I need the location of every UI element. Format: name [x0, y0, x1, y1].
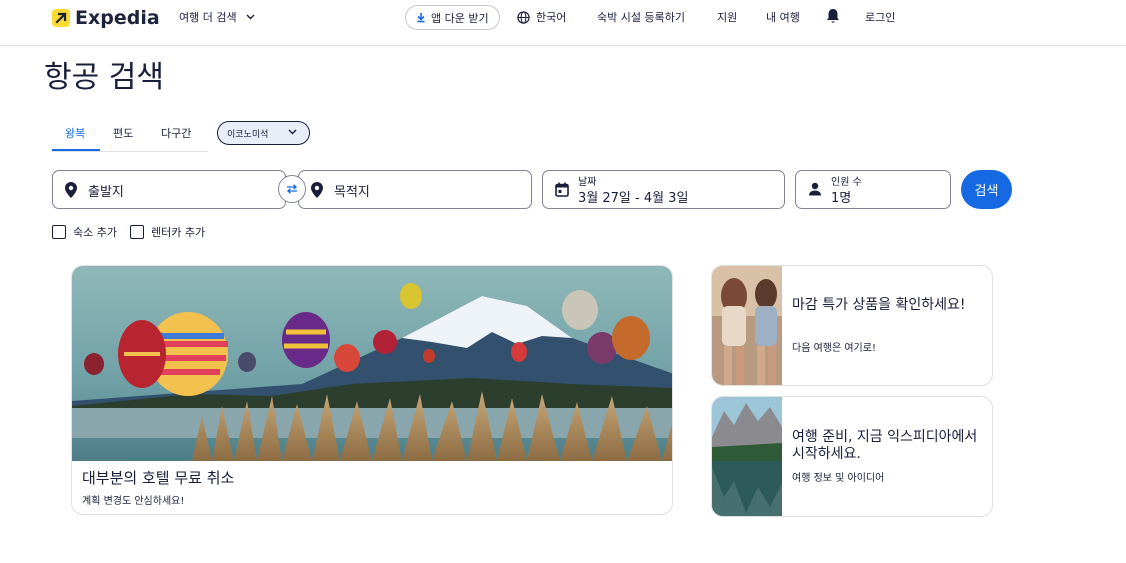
date-field[interactable]: 날짜 3월 27일 - 4월 3일 — [542, 170, 785, 209]
tab-round-trip[interactable]: 왕복 — [65, 125, 85, 141]
friends-beach-image — [712, 266, 782, 385]
more-travel-label: 여행 더 검색 — [179, 11, 237, 24]
hotel-card-subtitle: 계획 변경도 안심하세요! — [82, 496, 185, 507]
expedia-logo[interactable]: Expedia — [52, 7, 160, 29]
cabin-class-label: 이코노미석 — [227, 129, 269, 140]
travelers-value: 1명 — [831, 191, 852, 206]
last-minute-title: 마감 특가 상품을 확인하세요! — [792, 297, 966, 313]
add-stay-label: 숙소 추가 — [73, 226, 117, 239]
support-label: 지원 — [717, 11, 738, 24]
location-pin-icon — [311, 182, 323, 198]
cabin-class-select[interactable]: 이코노미석 — [217, 121, 310, 145]
chevron-down-icon — [246, 14, 255, 20]
date-label: 날짜 — [578, 177, 597, 188]
add-stay-checkbox[interactable]: 숙소 추가 — [52, 224, 117, 240]
login-label: 로그인 — [865, 11, 896, 24]
date-value: 3월 27일 - 4월 3일 — [578, 191, 689, 206]
logo-text: Expedia — [75, 7, 160, 29]
tab-one-way[interactable]: 편도 — [113, 125, 133, 141]
my-trips-link[interactable]: 내 여행 — [766, 9, 800, 25]
checkbox-box[interactable] — [130, 225, 144, 239]
travelers-label: 인원 수 — [831, 177, 862, 188]
travel-prep-subtitle: 여행 정보 및 아이디어 — [792, 473, 885, 484]
language-label: 한국어 — [536, 11, 567, 24]
download-icon — [417, 13, 425, 23]
origin-placeholder: 출발지 — [88, 185, 124, 200]
location-pin-icon — [65, 182, 77, 198]
app-download-label: 앱 다운 받기 — [431, 11, 489, 25]
support-link[interactable]: 지원 — [717, 9, 737, 25]
add-car-checkbox[interactable]: 렌터카 추가 — [130, 224, 205, 240]
person-icon — [809, 182, 821, 196]
tab-multi-city[interactable]: 다구간 — [161, 125, 191, 141]
my-trips-label: 내 여행 — [766, 11, 800, 24]
add-car-label: 렌터카 추가 — [151, 226, 206, 239]
origin-field[interactable]: 출발지 — [52, 170, 286, 209]
mountain-lake-image — [712, 397, 782, 516]
balloons-mountain-image — [72, 266, 672, 461]
top-header: Expedia 여행 더 검색 앱 다운 받기 한국어 숙박 시설 등록하기 지… — [0, 0, 1126, 46]
last-minute-deals-card[interactable]: 마감 특가 상품을 확인하세요! 다음 여행은 여기로! — [711, 265, 993, 386]
travel-prep-title: 여행 준비, 지금 익스피디아에서 시작하세요. — [792, 429, 978, 462]
search-button[interactable]: 검색 — [961, 170, 1012, 209]
last-minute-subtitle: 다음 여행은 여기로! — [792, 343, 876, 354]
trip-type-tabs: 왕복 편도 다구간 — [52, 118, 208, 152]
language-selector[interactable]: 한국어 — [517, 9, 566, 25]
calendar-icon — [555, 182, 569, 197]
destination-field[interactable]: 목적지 — [298, 170, 532, 209]
list-property-label: 숙박 시설 등록하기 — [597, 11, 685, 24]
active-tab-indicator — [52, 149, 100, 151]
logo-arrow-icon — [52, 9, 70, 27]
travelers-field[interactable]: 인원 수 1명 — [795, 170, 951, 209]
destination-placeholder: 목적지 — [334, 185, 370, 200]
chevron-down-icon — [288, 129, 297, 135]
bell-icon — [827, 9, 839, 23]
more-travel-menu[interactable]: 여행 더 검색 — [179, 9, 255, 25]
app-download-button[interactable]: 앱 다운 받기 — [405, 5, 500, 30]
notifications-button[interactable] — [826, 8, 846, 24]
globe-icon — [517, 10, 530, 24]
swap-locations-button[interactable] — [278, 175, 306, 203]
list-property-link[interactable]: 숙박 시설 등록하기 — [597, 9, 685, 25]
login-link[interactable]: 로그인 — [865, 9, 895, 25]
swap-arrows-icon — [287, 184, 297, 194]
hotel-card-title: 대부분의 호텔 무료 취소 — [82, 469, 235, 487]
page-title: 항공 검색 — [44, 60, 164, 95]
travel-prep-card[interactable]: 여행 준비, 지금 익스피디아에서 시작하세요. 여행 정보 및 아이디어 — [711, 396, 993, 517]
hotel-cancellation-card[interactable]: 대부분의 호텔 무료 취소 계획 변경도 안심하세요! — [71, 265, 673, 515]
checkbox-box[interactable] — [52, 225, 66, 239]
